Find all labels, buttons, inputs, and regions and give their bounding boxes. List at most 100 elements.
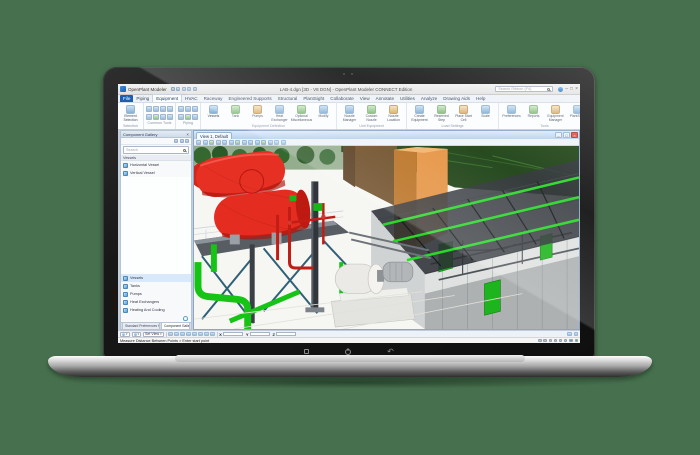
pan-view-icon[interactable] (248, 140, 253, 145)
category-list-item[interactable]: Tanks (121, 282, 191, 290)
coordinate-input[interactable] (223, 332, 243, 337)
ribbon-tab[interactable]: Help (473, 95, 488, 102)
snap-mode-icon[interactable] (549, 339, 553, 343)
ribbon-button[interactable]: Scale (475, 104, 496, 119)
stretch-icon[interactable] (167, 114, 173, 120)
ribbon-button[interactable]: Preferences (501, 104, 522, 119)
copy-icon[interactable] (146, 106, 152, 112)
ribbon-tab[interactable]: Drawing Aids (440, 95, 473, 102)
ribbon-tab[interactable]: File (120, 95, 133, 102)
category-list-item[interactable]: Pumps (121, 290, 191, 298)
walk-icon[interactable] (255, 140, 260, 145)
settings-icon[interactable] (180, 139, 184, 143)
ribbon-tab[interactable]: Equipment (152, 94, 182, 102)
rotate-icon[interactable] (153, 106, 159, 112)
ribbon-button[interactable]: Custom Nozzle (361, 104, 382, 122)
component-list-item[interactable]: Horizontal Vessel (121, 161, 191, 169)
view-attributes-icon[interactable] (268, 140, 273, 145)
refresh-icon[interactable] (174, 139, 178, 143)
markup-icon[interactable] (281, 140, 286, 145)
minimize-button[interactable]: – (565, 87, 568, 92)
ribbon-tab[interactable]: Raceway (201, 95, 226, 102)
view-close-button[interactable]: × (571, 132, 578, 138)
ribbon-button[interactable]: PlantSight (567, 104, 580, 119)
tool-option-dropdown[interactable]: ▾ (120, 332, 130, 337)
origin-snap-icon[interactable] (192, 332, 197, 337)
ribbon-button[interactable]: Modify (313, 104, 334, 119)
maximize-button[interactable]: □ (570, 87, 573, 92)
component-list-item[interactable]: Vertical Vessel (121, 169, 191, 177)
panel-tab[interactable]: Standard Preferences for O... (122, 322, 160, 329)
array-icon[interactable] (167, 106, 173, 112)
lock-icon[interactable] (543, 339, 547, 343)
rotate-acs-icon[interactable] (198, 332, 203, 337)
active-level-icon[interactable] (554, 339, 558, 343)
notification-bell-icon[interactable] (183, 316, 188, 321)
settings-icon[interactable] (193, 87, 197, 91)
clip-volume-icon[interactable] (274, 140, 279, 145)
coordinate-input[interactable] (276, 332, 296, 337)
connect-icon[interactable] (185, 114, 191, 120)
coordinate-input[interactable] (250, 332, 270, 337)
selection-set-icon[interactable] (564, 339, 568, 343)
ribbon-button[interactable]: Optional Miscellaneous (291, 104, 312, 122)
fit-view-icon[interactable] (235, 140, 240, 145)
component-search-input[interactable]: Search (123, 146, 189, 154)
ribbon-button[interactable]: Nozzle Location (383, 104, 404, 122)
recent-apps-icon[interactable] (304, 349, 309, 354)
modify-pipe-icon[interactable] (192, 114, 198, 120)
panel-close-icon[interactable]: × (186, 132, 189, 137)
ribbon-button[interactable]: Tank (225, 104, 246, 119)
ribbon-tab[interactable]: Piping (133, 95, 152, 102)
ribbon-button[interactable]: Element Selection (120, 104, 141, 122)
place-valve-icon[interactable] (178, 114, 184, 120)
view-display-mode-icon[interactable] (196, 140, 201, 145)
alerts-icon[interactable] (575, 339, 579, 343)
zoom-in-icon[interactable] (216, 140, 221, 145)
snap-mode-icon[interactable] (186, 332, 191, 337)
panel-tab[interactable]: Component Gallery (161, 322, 190, 329)
ribbon-tab[interactable]: Collaborate (327, 95, 357, 102)
mirror-icon[interactable] (160, 114, 166, 120)
ribbon-search-input[interactable]: Search Ribbon (F4) (495, 86, 553, 93)
ribbon-button[interactable]: Heat Exchanger (269, 104, 290, 122)
move-icon[interactable] (146, 114, 152, 120)
ribbon-button[interactable]: Vessels (203, 104, 224, 119)
ribbon-tab[interactable]: Engineered Supports (225, 95, 274, 102)
account-icon[interactable] (558, 87, 563, 92)
ribbon-tab[interactable]: View (357, 95, 373, 102)
ortho-icon[interactable] (180, 332, 185, 337)
scale-icon[interactable] (153, 114, 159, 120)
next-view-icon[interactable] (209, 140, 214, 145)
settings-icon[interactable] (574, 332, 579, 337)
view-restore-button[interactable]: □ (563, 132, 570, 138)
ribbon-tab[interactable]: Annotate (373, 95, 397, 102)
ribbon-tab[interactable]: Utilities (397, 95, 418, 102)
ribbon-tab[interactable]: Analyze (418, 95, 440, 102)
category-list-item[interactable]: Vessels (121, 274, 191, 282)
undo-icon[interactable] (176, 87, 180, 91)
ribbon-button[interactable]: Reserved Step (431, 104, 452, 122)
ribbon-button[interactable]: Create Equipment (409, 104, 430, 122)
ribbon-button[interactable]: Place Start Cell (453, 104, 474, 122)
view-minimize-button[interactable]: – (555, 132, 562, 138)
ribbon-button[interactable]: Reports (523, 104, 544, 119)
element-info-icon[interactable] (559, 339, 563, 343)
3d-viewport-canvas[interactable] (194, 146, 579, 329)
ribbon-tab[interactable]: Structural (275, 95, 301, 102)
rotate-view-icon[interactable] (242, 140, 247, 145)
acs-lock-icon[interactable] (168, 332, 173, 337)
ribbon-tab[interactable]: HVAC (182, 95, 200, 102)
window-area-icon[interactable] (229, 140, 234, 145)
annotation-scale-icon[interactable] (538, 339, 542, 343)
sync-status-icon[interactable] (569, 339, 573, 343)
tool-option-dropdown[interactable]: ▾ (132, 332, 142, 337)
redo-icon[interactable] (182, 87, 186, 91)
grid-lock-icon[interactable] (174, 332, 179, 337)
category-list-item[interactable]: Heating And Cooling (121, 306, 191, 314)
delete-icon[interactable] (160, 106, 166, 112)
view-tab[interactable]: View 1, Default (196, 132, 232, 139)
keypoint-snap-icon[interactable] (204, 332, 209, 337)
close-button[interactable]: × (575, 87, 578, 92)
ribbon-button[interactable]: Equipment Manager (545, 104, 566, 122)
